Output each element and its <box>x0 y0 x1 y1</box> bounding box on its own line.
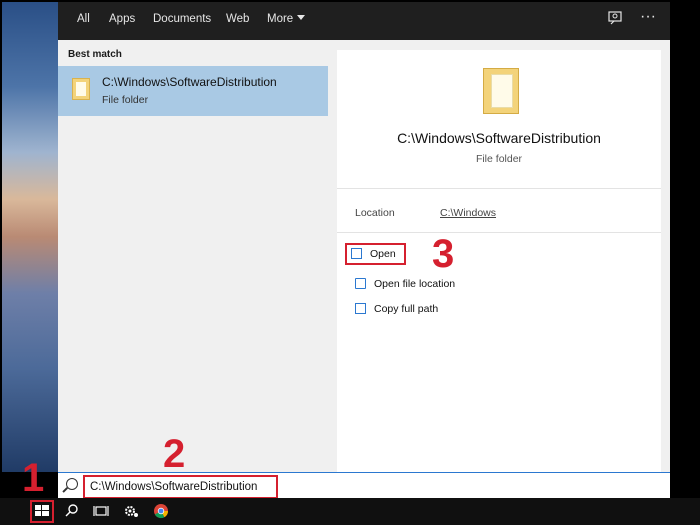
tab-apps[interactable]: Apps <box>109 13 135 25</box>
location-link[interactable]: C:\Windows <box>440 207 496 219</box>
step-2-annotation: 2 <box>163 432 186 476</box>
search-tabs-bar: All Apps Documents Web More ··· <box>58 2 670 40</box>
copy-icon <box>355 303 366 314</box>
folder-icon <box>72 78 90 100</box>
result-subtitle: File folder <box>102 94 149 106</box>
detail-title: C:\Windows\SoftwareDistribution <box>397 130 601 146</box>
settings-gear-icon[interactable] <box>122 502 142 520</box>
open-icon <box>351 248 362 259</box>
search-panel: All Apps Documents Web More ··· Best mat… <box>58 2 670 472</box>
detail-subtitle: File folder <box>475 153 523 165</box>
detail-pane: C:\Windows\SoftwareDistribution File fol… <box>337 50 661 472</box>
feedback-icon[interactable] <box>608 11 622 28</box>
start-button-highlight <box>30 500 54 523</box>
open-file-location-label: Open file location <box>374 278 456 290</box>
tab-all[interactable]: All <box>77 13 90 25</box>
best-match-heading: Best match <box>68 49 122 60</box>
tab-web[interactable]: Web <box>226 13 249 25</box>
search-input[interactable]: C:\Windows\SoftwareDistribution <box>83 475 278 499</box>
taskbar <box>0 498 700 525</box>
tab-documents[interactable]: Documents <box>153 13 211 25</box>
tab-more[interactable]: More <box>267 13 306 25</box>
chevron-down-icon <box>297 15 306 20</box>
chrome-icon[interactable] <box>152 502 172 520</box>
results-column: Best match C:\Windows\SoftwareDistributi… <box>58 40 328 472</box>
open-file-location-action[interactable]: Open file location <box>355 278 455 290</box>
file-location-icon <box>355 278 366 289</box>
open-action-label: Open <box>370 248 396 260</box>
open-action[interactable]: Open <box>345 243 406 265</box>
divider <box>337 232 661 233</box>
search-icon <box>66 478 78 490</box>
step-3-annotation: 3 <box>432 232 455 276</box>
tab-more-label: More <box>267 13 294 25</box>
screenshot-frame: All Apps Documents Web More ··· Best mat… <box>0 0 700 525</box>
ellipsis-icon[interactable]: ··· <box>640 8 656 26</box>
best-match-result[interactable]: C:\Windows\SoftwareDistribution File fol… <box>58 66 328 116</box>
taskbar-search-box: C:\Windows\SoftwareDistribution <box>58 472 670 499</box>
desktop-wallpaper <box>2 2 58 472</box>
copy-full-path-action[interactable]: Copy full path <box>355 303 438 315</box>
step-1-annotation: 1 <box>22 456 45 500</box>
result-title: C:\Windows\SoftwareDistribution <box>102 75 277 89</box>
divider <box>337 188 661 189</box>
copy-full-path-label: Copy full path <box>374 303 439 315</box>
task-view-icon[interactable] <box>92 502 112 520</box>
folder-icon <box>483 68 519 114</box>
location-label: Location <box>355 207 395 219</box>
search-icon[interactable] <box>63 502 83 520</box>
